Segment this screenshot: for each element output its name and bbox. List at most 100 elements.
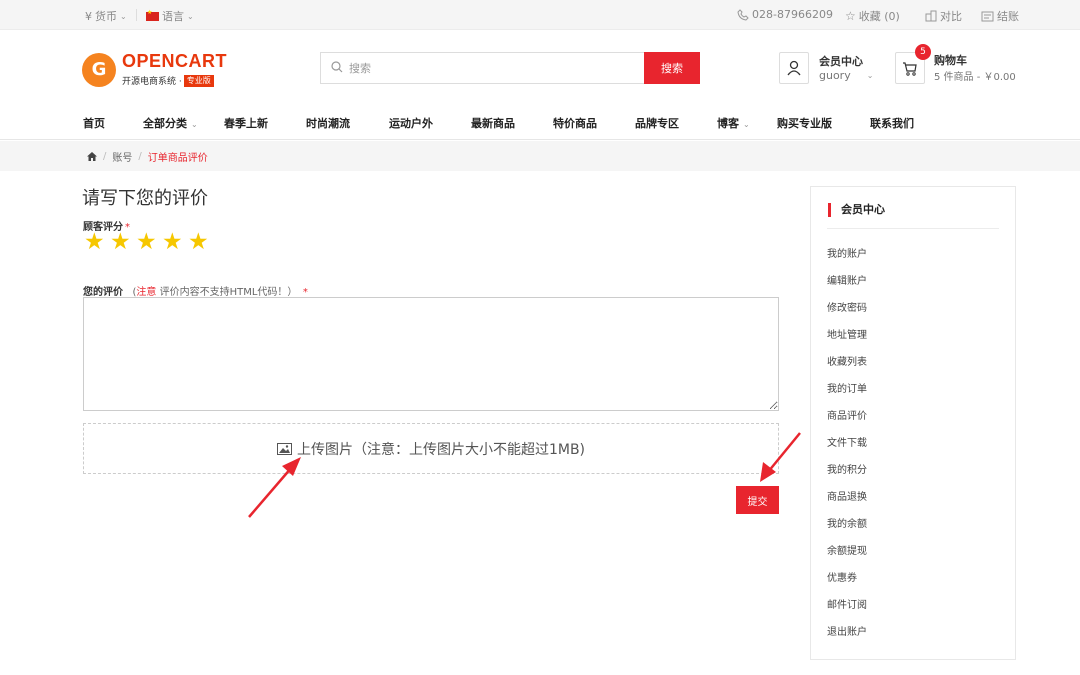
chevron-down-icon: ⌄ bbox=[120, 11, 127, 21]
sidebar-item-orders[interactable]: 我的订单 bbox=[827, 380, 867, 407]
star-outline-icon: ☆ bbox=[845, 9, 856, 23]
wishlist-link[interactable]: ☆ 收藏 (0) bbox=[845, 8, 900, 24]
nav-label: 运动户外 bbox=[389, 117, 433, 130]
divider bbox=[827, 228, 999, 229]
breadcrumb-account[interactable]: 账号 bbox=[112, 149, 132, 164]
cart-icon bbox=[903, 61, 917, 76]
chevron-down-icon: ⌄ bbox=[187, 11, 194, 21]
star-icon-1[interactable]: ★ bbox=[84, 231, 105, 254]
top-bar: ¥ 货币 ⌄ 语言 ⌄ 028-87966209 ☆ 收藏 (0) 对比 结账 bbox=[0, 0, 1080, 30]
nav-label: 全部分类 bbox=[143, 117, 187, 130]
checkout-link[interactable]: 结账 bbox=[981, 8, 1019, 24]
sidebar-item-withdraw[interactable]: 余额提现 bbox=[827, 542, 867, 569]
sidebar-item-newsletter[interactable]: 邮件订阅 bbox=[827, 596, 867, 623]
submit-button[interactable]: 提交 bbox=[736, 486, 779, 514]
site-logo[interactable]: G OPENCART 开源电商系统 · 专业版 bbox=[82, 50, 242, 90]
currency-label: 货币 bbox=[95, 10, 117, 23]
star-icon-3[interactable]: ★ bbox=[136, 231, 157, 254]
sidebar-item-downloads[interactable]: 文件下载 bbox=[827, 434, 867, 461]
sidebar-title: 会员中心 bbox=[828, 203, 885, 217]
sidebar-item-change-password[interactable]: 修改密码 bbox=[827, 299, 867, 326]
breadcrumb: / 账号 / 订单商品评价 bbox=[0, 141, 1080, 171]
search-button[interactable]: 搜索 bbox=[644, 52, 700, 84]
username-row: guory ⌄ bbox=[819, 69, 873, 82]
upload-image-area[interactable]: 上传图片（注意：上传图片大小不能超过1MB) bbox=[83, 423, 779, 474]
nav-label: 博客 bbox=[717, 117, 739, 130]
breadcrumb-separator: / bbox=[138, 151, 142, 162]
star-icon-5[interactable]: ★ bbox=[188, 231, 209, 254]
breadcrumb-separator: / bbox=[103, 151, 107, 162]
sidebar-menu: 我的账户 编辑账户 修改密码 地址管理 收藏列表 我的订单 商品评价 文件下载 … bbox=[827, 245, 867, 650]
star-icon-4[interactable]: ★ bbox=[162, 231, 183, 254]
nav-label: 首页 bbox=[83, 117, 105, 130]
nav-label: 品牌专区 bbox=[635, 117, 679, 130]
sidebar-item-returns[interactable]: 商品退换 bbox=[827, 488, 867, 515]
member-center[interactable]: 会员中心 guory ⌄ bbox=[779, 52, 879, 86]
sidebar-item-wishlist[interactable]: 收藏列表 bbox=[827, 353, 867, 380]
member-center-label: 会员中心 bbox=[819, 55, 863, 68]
user-icon-box bbox=[779, 52, 809, 84]
nav-buy-pro[interactable]: 购买专业版 bbox=[777, 115, 832, 131]
user-icon bbox=[787, 60, 801, 76]
cart[interactable]: 5 购物车 5 件商品 - ￥0.00 bbox=[895, 44, 1025, 86]
compare-label: 对比 bbox=[940, 10, 962, 23]
sidebar-item-logout[interactable]: 退出账户 bbox=[827, 623, 867, 650]
logo-name: OPENCART bbox=[122, 51, 228, 71]
nav-all-categories[interactable]: 全部分类 ⌄ bbox=[143, 115, 198, 131]
nav-brands[interactable]: 品牌专区 bbox=[635, 115, 679, 131]
sidebar-item-coupons[interactable]: 优惠券 bbox=[827, 569, 867, 596]
divider bbox=[136, 9, 137, 21]
review-textarea[interactable] bbox=[83, 297, 779, 411]
phone-number: 028-87966209 bbox=[752, 8, 833, 21]
currency-dropdown[interactable]: ¥ 货币 ⌄ bbox=[85, 8, 127, 24]
nav-blog[interactable]: 博客 ⌄ bbox=[717, 115, 750, 131]
wishlist-label: 收藏 (0) bbox=[858, 10, 900, 23]
sidebar-item-points[interactable]: 我的积分 bbox=[827, 461, 867, 488]
checkout-label: 结账 bbox=[997, 10, 1019, 23]
nav-specials[interactable]: 特价商品 bbox=[553, 115, 597, 131]
nav-spring[interactable]: 春季上新 bbox=[224, 115, 268, 131]
nav-label: 时尚潮流 bbox=[306, 117, 350, 130]
nav-label: 特价商品 bbox=[553, 117, 597, 130]
logo-tagline: 开源电商系统 · 专业版 bbox=[122, 74, 214, 87]
logo-subtitle: 开源电商系统 · bbox=[122, 77, 182, 87]
cart-label: 购物车 bbox=[934, 54, 967, 67]
nav-new[interactable]: 最新商品 bbox=[471, 115, 515, 131]
cart-count-badge: 5 bbox=[915, 44, 931, 60]
nav-label: 最新商品 bbox=[471, 117, 515, 130]
yen-icon: ¥ bbox=[85, 9, 92, 23]
sidebar-item-my-account[interactable]: 我的账户 bbox=[827, 245, 867, 272]
review-label-row: 您的评价 (注意 评价内容不支持HTML代码！） * bbox=[83, 283, 308, 298]
chevron-down-icon: ⌄ bbox=[866, 71, 874, 80]
phone-link[interactable]: 028-87966209 bbox=[737, 8, 833, 21]
chevron-down-icon: ⌄ bbox=[743, 120, 750, 129]
rating-stars: ★ ★ ★ ★ ★ bbox=[84, 231, 209, 254]
logo-mark-icon: G bbox=[82, 53, 116, 87]
nav-sports[interactable]: 运动户外 bbox=[389, 115, 433, 131]
language-dropdown[interactable]: 语言 ⌄ bbox=[146, 8, 194, 24]
upload-label: 上传图片（注意：上传图片大小不能超过1MB) bbox=[296, 441, 586, 458]
phone-icon bbox=[737, 8, 749, 21]
sidebar-item-reviews[interactable]: 商品评价 bbox=[827, 407, 867, 434]
account-sidebar: 会员中心 我的账户 编辑账户 修改密码 地址管理 收藏列表 我的订单 商品评价 … bbox=[810, 186, 1016, 660]
home-icon[interactable] bbox=[87, 152, 97, 161]
china-flag-icon bbox=[146, 9, 159, 21]
nav-contact[interactable]: 联系我们 bbox=[870, 115, 914, 131]
breadcrumb-current[interactable]: 订单商品评价 bbox=[148, 149, 208, 164]
edition-badge: 专业版 bbox=[183, 74, 214, 87]
nav-label: 春季上新 bbox=[224, 117, 268, 130]
language-label: 语言 bbox=[162, 10, 184, 23]
nav-label: 购买专业版 bbox=[777, 117, 832, 130]
chevron-down-icon: ⌄ bbox=[191, 120, 198, 129]
nav-fashion[interactable]: 时尚潮流 bbox=[306, 115, 350, 131]
search-input[interactable] bbox=[321, 53, 645, 83]
page-title: 请写下您的评价 bbox=[82, 188, 208, 209]
sidebar-item-balance[interactable]: 我的余额 bbox=[827, 515, 867, 542]
sidebar-item-addresses[interactable]: 地址管理 bbox=[827, 326, 867, 353]
nav-home[interactable]: 首页 bbox=[83, 115, 105, 131]
nav-label: 联系我们 bbox=[870, 117, 914, 130]
star-icon-2[interactable]: ★ bbox=[110, 231, 131, 254]
sidebar-item-edit-account[interactable]: 编辑账户 bbox=[827, 272, 867, 299]
compare-link[interactable]: 对比 bbox=[925, 8, 962, 24]
compare-icon bbox=[925, 10, 937, 22]
